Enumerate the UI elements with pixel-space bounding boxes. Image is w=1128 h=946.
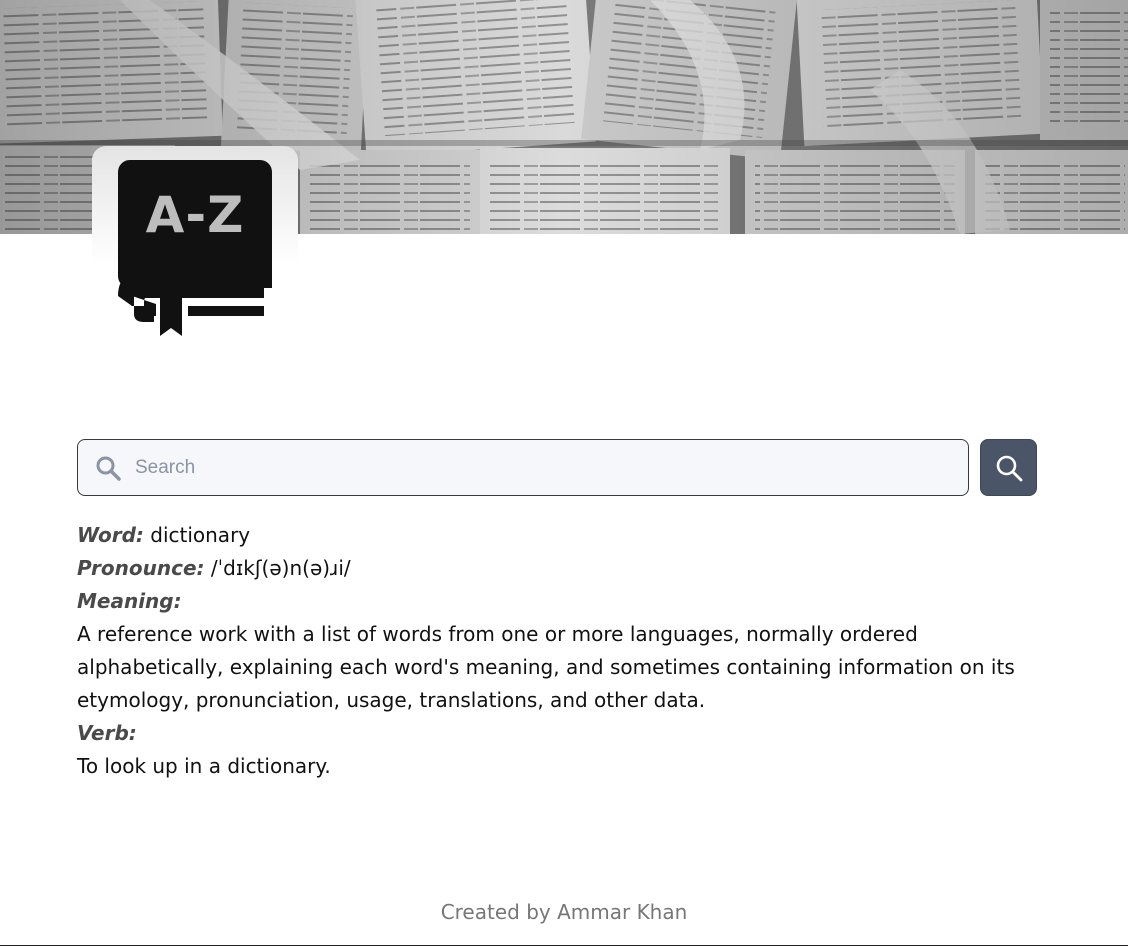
meaning-row: Meaning: (77, 585, 1047, 618)
search-input[interactable] (133, 448, 953, 488)
logo-text: A-Z (145, 186, 245, 244)
word-label: Word: (77, 523, 144, 547)
app-logo: A-Z (92, 146, 298, 342)
word-value: dictionary (150, 523, 251, 547)
footer-credit: Created by Ammar Khan (440, 900, 688, 924)
verb-label: Verb: (77, 721, 137, 745)
pronounce-label: Pronounce: (77, 556, 205, 580)
page: A-Z Word: dictionary Pronounce: /ˈdɪkʃ(ə… (0, 0, 1128, 946)
verb-row: Verb: (77, 717, 1047, 750)
pronounce-value: /ˈdɪkʃ(ə)n(ə)ɹi/ (210, 556, 351, 580)
verb-text: To look up in a dictionary. (77, 754, 331, 778)
search-field[interactable] (77, 439, 969, 496)
meaning-text: A reference work with a list of words fr… (77, 622, 1015, 712)
word-row: Word: dictionary (77, 519, 1047, 552)
dictionary-book-icon (118, 160, 272, 336)
definition-result: Word: dictionary Pronounce: /ˈdɪkʃ(ə)n(ə… (77, 519, 1047, 783)
search-icon (996, 455, 1023, 482)
meaning-label: Meaning: (77, 589, 182, 613)
search-icon (95, 455, 121, 481)
pronounce-row: Pronounce: /ˈdɪkʃ(ə)n(ə)ɹi/ (77, 552, 1047, 585)
search-button[interactable] (980, 439, 1037, 496)
